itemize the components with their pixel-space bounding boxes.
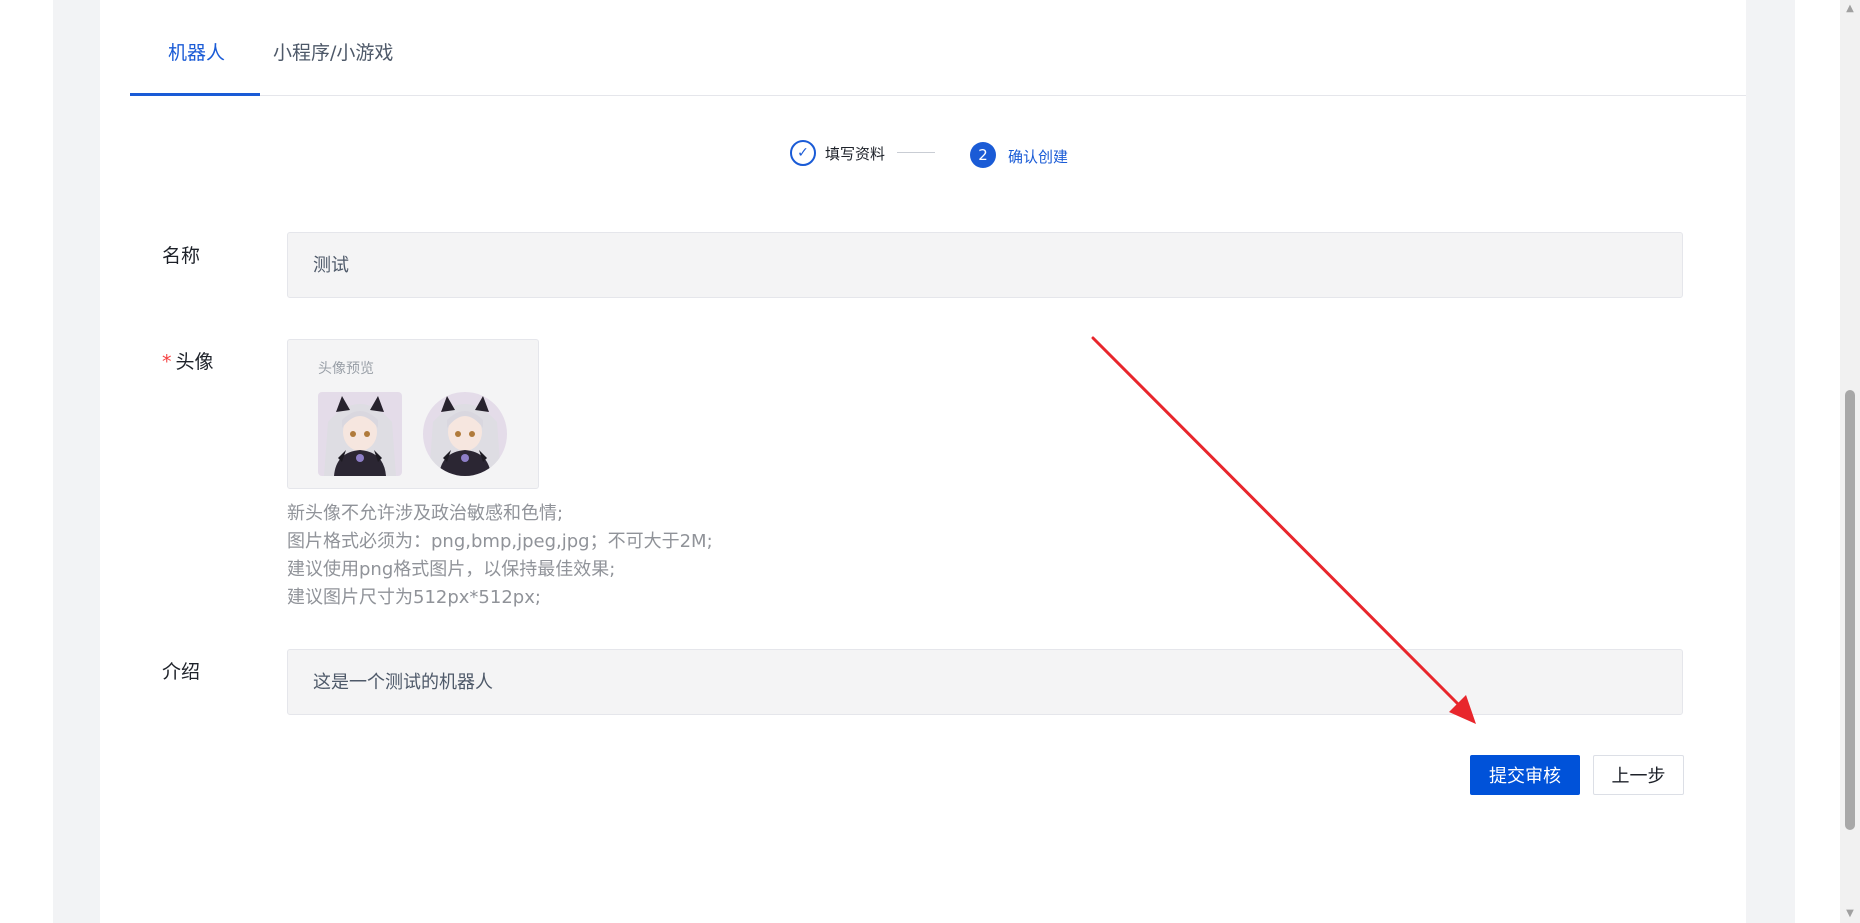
submit-review-button[interactable]: 提交审核 [1470,755,1580,795]
step-connector [897,152,935,153]
name-field[interactable]: 测试 [287,232,1683,298]
tab-miniprogram-label: 小程序/小游戏 [273,42,394,64]
tab-bar: 机器人 小程序/小游戏 [130,0,1746,96]
avatar-preview-caption: 头像预览 [318,361,374,377]
intro-label: 介绍 [162,661,201,683]
content-card: 机器人 小程序/小游戏 ✓ 填写资料 2 确认创建 名称 测试 * 头像 头像预览 [100,0,1746,923]
tab-robot[interactable]: 机器人 [168,38,225,65]
avatar-preview-box[interactable]: 头像预览 [287,339,539,489]
required-mark: * [162,351,172,373]
avatar-tip: 新头像不允许涉及政治敏感和色情; [287,503,564,524]
scroll-up-icon[interactable]: ▲ [1840,0,1860,18]
avatar-label: * 头像 [162,347,214,374]
step-2-label: 确认创建 [1008,148,1069,166]
previous-step-button[interactable]: 上一步 [1593,755,1684,795]
page-gutter-right [1746,0,1795,923]
step-2-number: 2 [970,142,996,168]
avatar-label-text: 头像 [175,351,214,373]
active-tab-indicator [130,93,260,96]
tab-miniprogram[interactable]: 小程序/小游戏 [273,38,393,65]
scroll-down-icon[interactable]: ▼ [1840,905,1860,923]
intro-field[interactable]: 这是一个测试的机器人 [287,649,1683,715]
step-1-label: 填写资料 [825,145,886,163]
avatar-tip: 图片格式必须为：png,bmp,jpeg,jpg；不可大于2M; [287,531,713,552]
tab-robot-label: 机器人 [168,42,226,64]
avatar-tip: 建议图片尺寸为512px*512px; [287,587,541,608]
vertical-scrollbar[interactable]: ▲ ▼ [1840,0,1860,923]
intro-field-value: 这是一个测试的机器人 [313,672,493,693]
page-gutter-left [53,0,100,923]
name-field-value: 测试 [313,255,349,276]
avatar-tips: 新头像不允许涉及政治敏感和色情; 图片格式必须为：png,bmp,jpeg,jp… [287,500,713,612]
check-icon: ✓ [790,140,816,166]
scroll-thumb[interactable] [1845,390,1855,830]
avatar-preview-circle [423,392,507,476]
avatar-tip: 建议使用png格式图片，以保持最佳效果; [287,559,616,580]
name-label: 名称 [162,245,201,267]
avatar-preview-square [318,392,402,476]
